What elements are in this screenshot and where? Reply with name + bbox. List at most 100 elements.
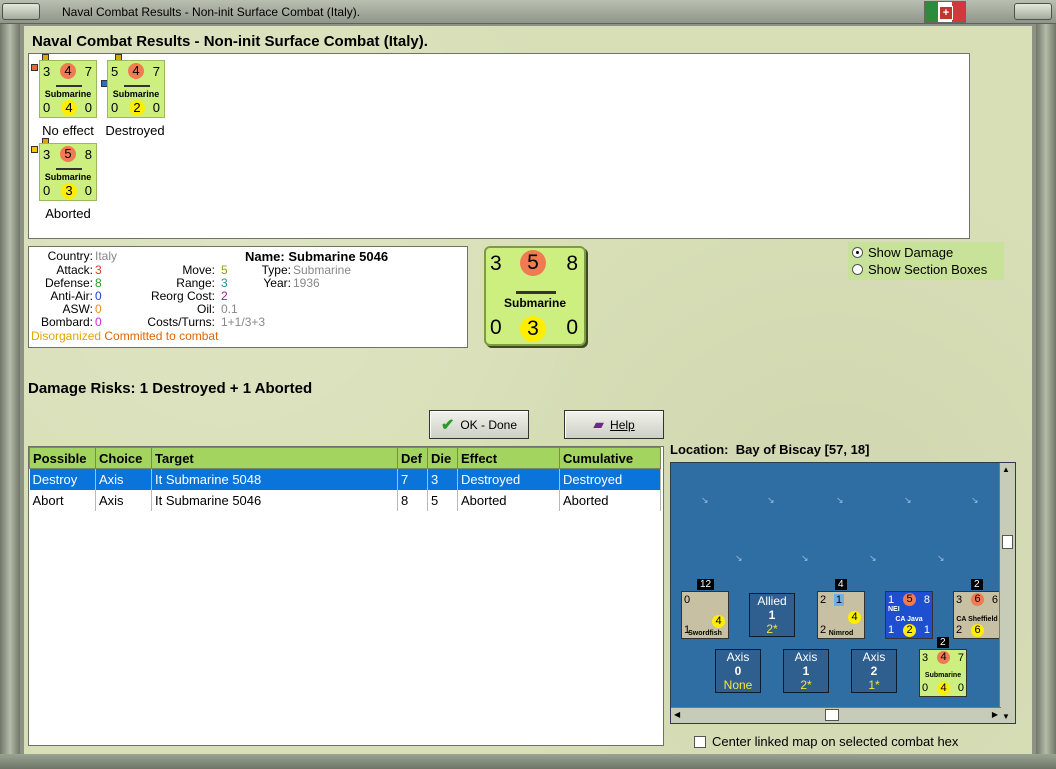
wave-icon: ↘: [767, 495, 775, 505]
show-sections-option[interactable]: Show Section Boxes: [852, 262, 987, 277]
status-dot: [31, 146, 38, 153]
wave-icon: ↘: [735, 553, 743, 563]
map-unit-name: Submarine: [924, 672, 962, 679]
submarine-icon: [124, 83, 150, 87]
map-unit-value: 1: [833, 594, 844, 606]
bombard-label: Bombard:: [40, 315, 93, 329]
column-header[interactable]: Die: [427, 447, 458, 469]
country-value: Italy: [95, 249, 118, 263]
ok-done-button[interactable]: ✔ OK - Done: [429, 410, 529, 439]
counter-defense: 4: [128, 63, 144, 79]
axis-strength-box: Axis 1 2*: [783, 649, 829, 693]
wave-icon: ↘: [801, 553, 809, 563]
table-cell: Aborted: [457, 489, 560, 511]
submarine-icon: [56, 166, 82, 170]
axis-box-value: 2: [870, 664, 878, 678]
window-menu-button[interactable]: [2, 3, 40, 20]
big-counter-value: 3: [520, 316, 546, 342]
scroll-up-icon[interactable]: ▲: [1002, 465, 1010, 474]
map-unit-counter[interactable]: 1 5 8 NEI CA Java 1 2 1: [885, 591, 933, 639]
unit-name: Submarine 5046: [288, 249, 389, 264]
map-vertical-scrollbar[interactable]: ▲ ▼: [999, 463, 1015, 723]
map-unit-value: 1: [888, 594, 895, 606]
table-cell: 5: [427, 489, 458, 511]
counter-move: 7: [152, 64, 160, 79]
unit-counter[interactable]: 5 4 7 Submarine 0 2 0: [107, 60, 165, 118]
map-unit-counter[interactable]: 2 1 2 4 Nimrod: [817, 591, 865, 639]
help-button[interactable]: ▰ Help: [564, 410, 664, 439]
map-unit-value: 2: [956, 624, 963, 636]
table-cell: It Submarine 5046: [151, 489, 398, 511]
table-cell: 3: [427, 468, 458, 490]
map-unit-value: 0: [684, 594, 691, 606]
combat-hex-map[interactable]: ↘ ↘ ↘ ↘ ↘ ↘ ↘ ↘ ↘ 12 4 2 2 0 1 4 Swordfi…: [670, 462, 1016, 724]
status-disorganized: Disorganized: [31, 329, 102, 343]
map-unit-counter[interactable]: 3 4 7 Submarine 0 4 0: [919, 649, 967, 697]
map-unit-value: 7: [957, 652, 964, 664]
minimize-button[interactable]: [1014, 3, 1052, 20]
counter-move: 7: [84, 64, 92, 79]
italy-flag-icon: +: [924, 1, 966, 23]
allied-box-title: Allied: [757, 594, 787, 608]
axis-box-title: Axis: [794, 650, 818, 664]
axis-strength-box: Axis 2 1*: [851, 649, 897, 693]
year-value: 1936: [293, 276, 320, 290]
map-unit-counter[interactable]: 3 6 6 CA Sheffield 2 6: [953, 591, 1001, 639]
bombard-value: 0: [95, 315, 102, 329]
range-value: 3: [221, 276, 228, 290]
scroll-down-icon[interactable]: ▼: [1002, 712, 1010, 721]
damage-risks-label: Damage Risks:: [28, 380, 136, 397]
map-horizontal-scrollbar[interactable]: ◀ ▶: [671, 707, 1001, 723]
counter-name: Submarine: [112, 89, 160, 99]
combat-counters-box: 3 4 7 Submarine 0 4 0 No effect 5 4 7 Su…: [28, 53, 970, 239]
name-label: Name:: [245, 249, 285, 264]
reorg-value: 2: [221, 289, 228, 303]
submarine-icon: [56, 83, 82, 87]
counter-attack: 3: [43, 147, 51, 162]
map-unit-value: 4: [848, 611, 861, 624]
counter-defense: 4: [60, 63, 76, 79]
radio-selected-icon[interactable]: [852, 247, 863, 258]
show-damage-option[interactable]: Show Damage: [852, 245, 953, 260]
counter-value: 3: [61, 183, 77, 199]
center-map-option[interactable]: Center linked map on selected combat hex: [694, 734, 958, 749]
column-header[interactable]: Possible: [29, 447, 96, 469]
axis-box-sub: 1*: [868, 678, 880, 692]
map-unit-value: 4: [937, 682, 950, 695]
check-icon: ✔: [440, 416, 455, 434]
checkbox-icon[interactable]: [694, 735, 706, 748]
map-unit-counter[interactable]: 0 1 4 Swordfish: [681, 591, 729, 639]
damage-risks: Damage Risks: 1 Destroyed + 1 Aborted: [28, 380, 312, 397]
map-unit-value: 8: [923, 594, 930, 606]
map-unit-name: Nimrod: [828, 630, 854, 637]
combat-results-table: Possible Choice Target Def Die Effect Cu…: [28, 446, 664, 746]
scroll-thumb[interactable]: [1002, 535, 1013, 549]
range-label: Range:: [176, 276, 215, 290]
radio-icon[interactable]: [852, 264, 863, 275]
wave-icon: ↘: [836, 495, 844, 505]
scroll-left-icon[interactable]: ◀: [674, 710, 680, 719]
counter-value: 0: [84, 100, 92, 115]
column-header[interactable]: Cumulative: [559, 447, 661, 469]
scroll-thumb[interactable]: [825, 709, 839, 721]
column-header[interactable]: Def: [397, 447, 428, 469]
counter-name: Submarine: [44, 172, 92, 182]
column-header[interactable]: Target: [151, 447, 398, 469]
column-header[interactable]: Choice: [95, 447, 152, 469]
table-row[interactable]: Destroy Axis It Submarine 5048 7 3 Destr…: [29, 468, 661, 490]
big-counter-defense: 5: [520, 250, 546, 276]
help-label: Help: [610, 417, 635, 432]
column-header[interactable]: Effect: [457, 447, 560, 469]
unit-counter[interactable]: 3 5 8 Submarine 0 3 0: [39, 143, 97, 201]
table-row[interactable]: Abort Axis It Submarine 5046 8 5 Aborted…: [29, 489, 661, 511]
axis-box-value: 1: [802, 664, 810, 678]
table-cell: Destroy: [29, 468, 96, 490]
unit-counter[interactable]: 3 4 7 Submarine 0 4 0: [39, 60, 97, 118]
book-icon: ▰: [593, 416, 605, 432]
scroll-right-icon[interactable]: ▶: [992, 710, 998, 719]
map-unit-value: 4: [937, 651, 950, 664]
big-counter-name: Submarine: [503, 296, 566, 310]
map-unit-value: 3: [956, 594, 963, 606]
wave-icon: ↘: [904, 495, 912, 505]
asw-value: 0: [95, 302, 102, 316]
